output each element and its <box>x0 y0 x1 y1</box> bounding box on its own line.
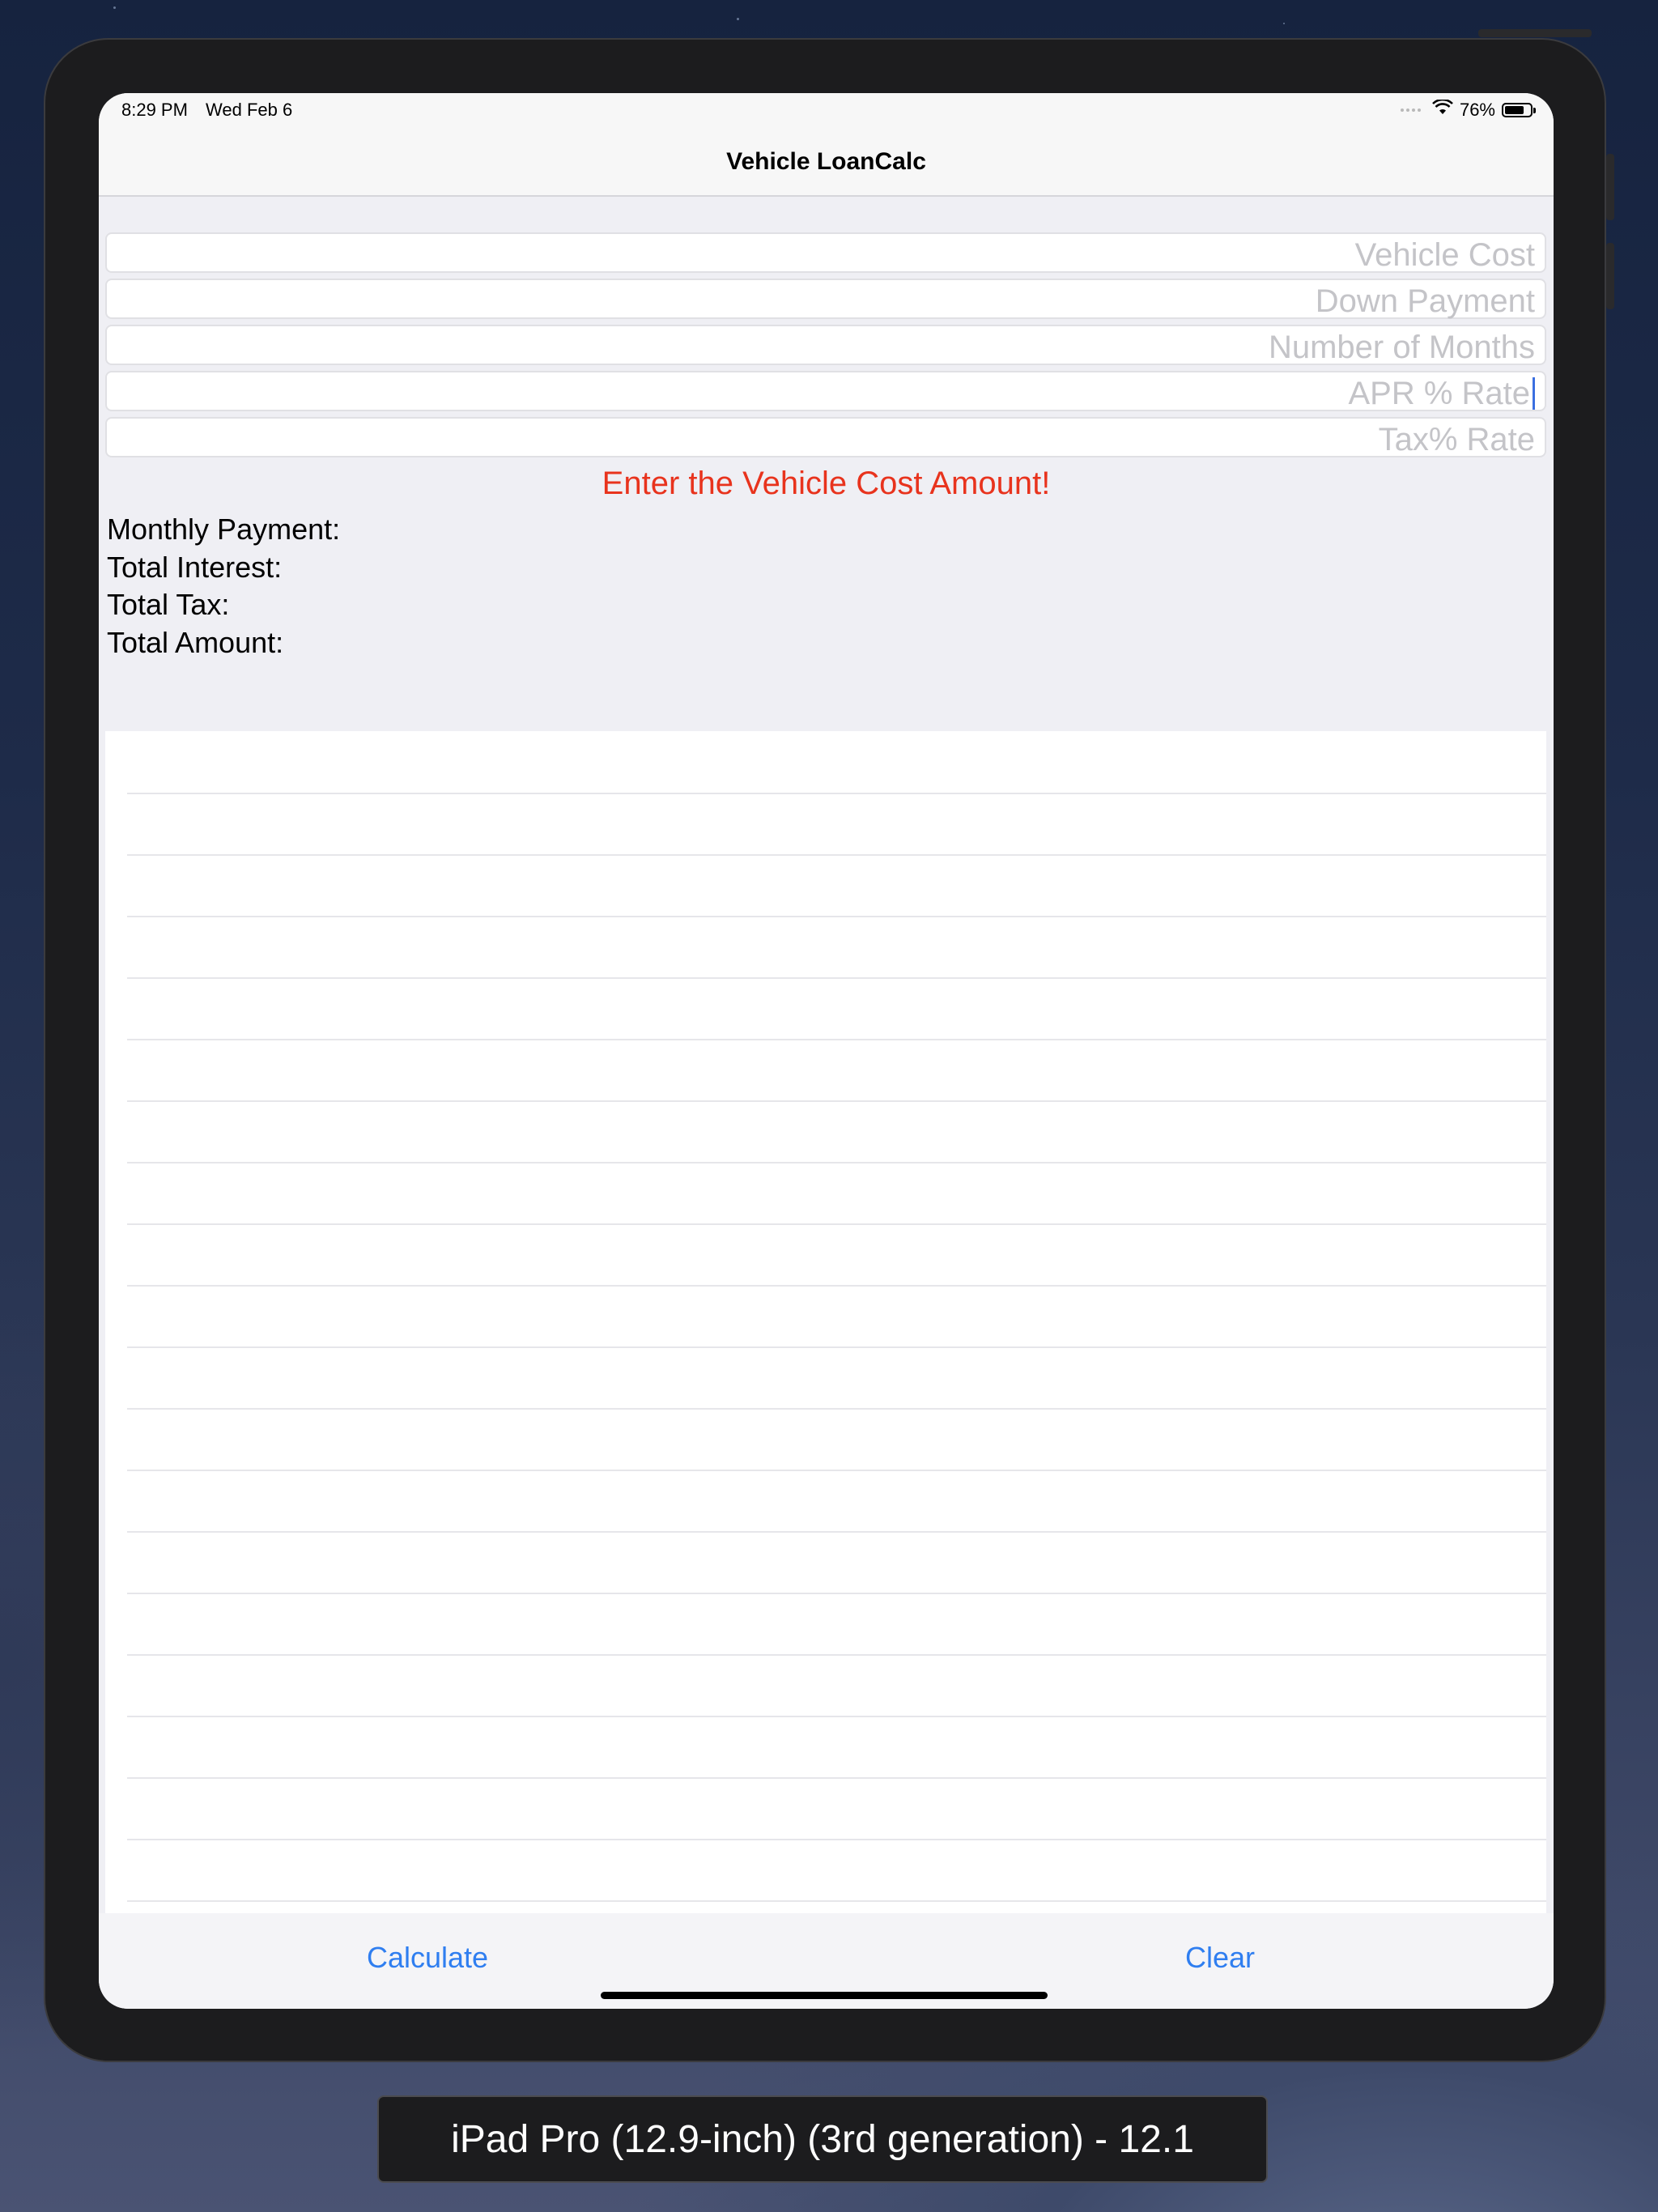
simulator-device-label: iPad Pro (12.9-inch) (3rd generation) - … <box>377 2095 1268 2183</box>
table-row-separator <box>127 1839 1546 1840</box>
results-panel: Monthly Payment: Total Interest: Total T… <box>107 511 340 661</box>
table-row-separator <box>127 1900 1546 1902</box>
table-row-separator <box>127 1346 1546 1348</box>
clear-button[interactable]: Clear <box>1185 1941 1255 1975</box>
tax-rate-field[interactable]: Tax% Rate <box>105 417 1546 457</box>
status-time: 8:29 PM <box>121 100 188 120</box>
total-interest-label: Total Interest: <box>107 550 283 584</box>
table-row-separator <box>127 1470 1546 1471</box>
apr-rate-field[interactable]: APR % Rate <box>105 371 1546 411</box>
error-message: Enter the Vehicle Cost Amount! <box>602 466 1051 501</box>
vehicle-cost-placeholder: Vehicle Cost <box>1354 237 1535 273</box>
table-row-separator <box>127 1654 1546 1656</box>
status-indicators: 76% <box>1400 98 1536 121</box>
table-row-separator <box>127 977 1546 979</box>
status-bar: 8:29 PM Wed Feb 6 76% <box>99 93 1554 130</box>
calculate-button[interactable]: Calculate <box>367 1941 488 1975</box>
table-row-separator <box>127 1408 1546 1410</box>
star <box>113 6 116 9</box>
apr-rate-placeholder: APR % Rate <box>1348 376 1530 411</box>
tax-rate-placeholder: Tax% Rate <box>1378 422 1535 457</box>
table-row-separator <box>127 1531 1546 1533</box>
table-row-separator <box>127 1039 1546 1040</box>
total-amount-label: Total Amount: <box>107 625 284 659</box>
total-tax-label: Total Tax: <box>107 588 230 621</box>
screen: 8:29 PM Wed Feb 6 76% Vehicle LoanCalc V… <box>99 93 1554 2009</box>
number-of-months-placeholder: Number of Months <box>1268 330 1535 365</box>
vehicle-cost-field[interactable]: Vehicle Cost <box>105 232 1546 273</box>
table-row-separator <box>127 1593 1546 1594</box>
table-row-separator <box>127 1777 1546 1779</box>
star <box>737 18 739 20</box>
battery-icon <box>1502 103 1536 117</box>
monthly-payment-label: Monthly Payment: <box>107 513 341 546</box>
down-payment-placeholder: Down Payment <box>1315 283 1535 319</box>
number-of-months-field[interactable]: Number of Months <box>105 325 1546 365</box>
table-row-separator <box>127 793 1546 794</box>
volume-up-button <box>1606 154 1614 220</box>
top-button <box>1478 29 1592 37</box>
loan-form: Vehicle Cost Down Payment Number of Mont… <box>105 232 1546 463</box>
table-row-separator <box>127 916 1546 917</box>
table-row-separator <box>127 1100 1546 1102</box>
cellular-signal-icon <box>1400 108 1421 112</box>
bottom-toolbar: Calculate Clear <box>99 1913 1554 2009</box>
home-indicator <box>601 1992 1048 1999</box>
table-row-separator <box>127 1223 1546 1225</box>
battery-percent: 76% <box>1459 100 1495 120</box>
table-row-separator <box>127 1162 1546 1163</box>
table-row-separator <box>127 1716 1546 1717</box>
wifi-icon <box>1432 98 1453 121</box>
table-row-separator <box>127 1285 1546 1287</box>
volume-down-button <box>1606 243 1614 309</box>
page-title: Vehicle LoanCalc <box>726 148 926 175</box>
star <box>1283 23 1285 24</box>
text-cursor <box>1533 377 1535 410</box>
status-date: Wed Feb 6 <box>206 100 293 120</box>
navigation-bar: Vehicle LoanCalc <box>99 130 1554 197</box>
down-payment-field[interactable]: Down Payment <box>105 279 1546 319</box>
payment-table[interactable] <box>105 731 1546 1913</box>
table-row-separator <box>127 854 1546 856</box>
